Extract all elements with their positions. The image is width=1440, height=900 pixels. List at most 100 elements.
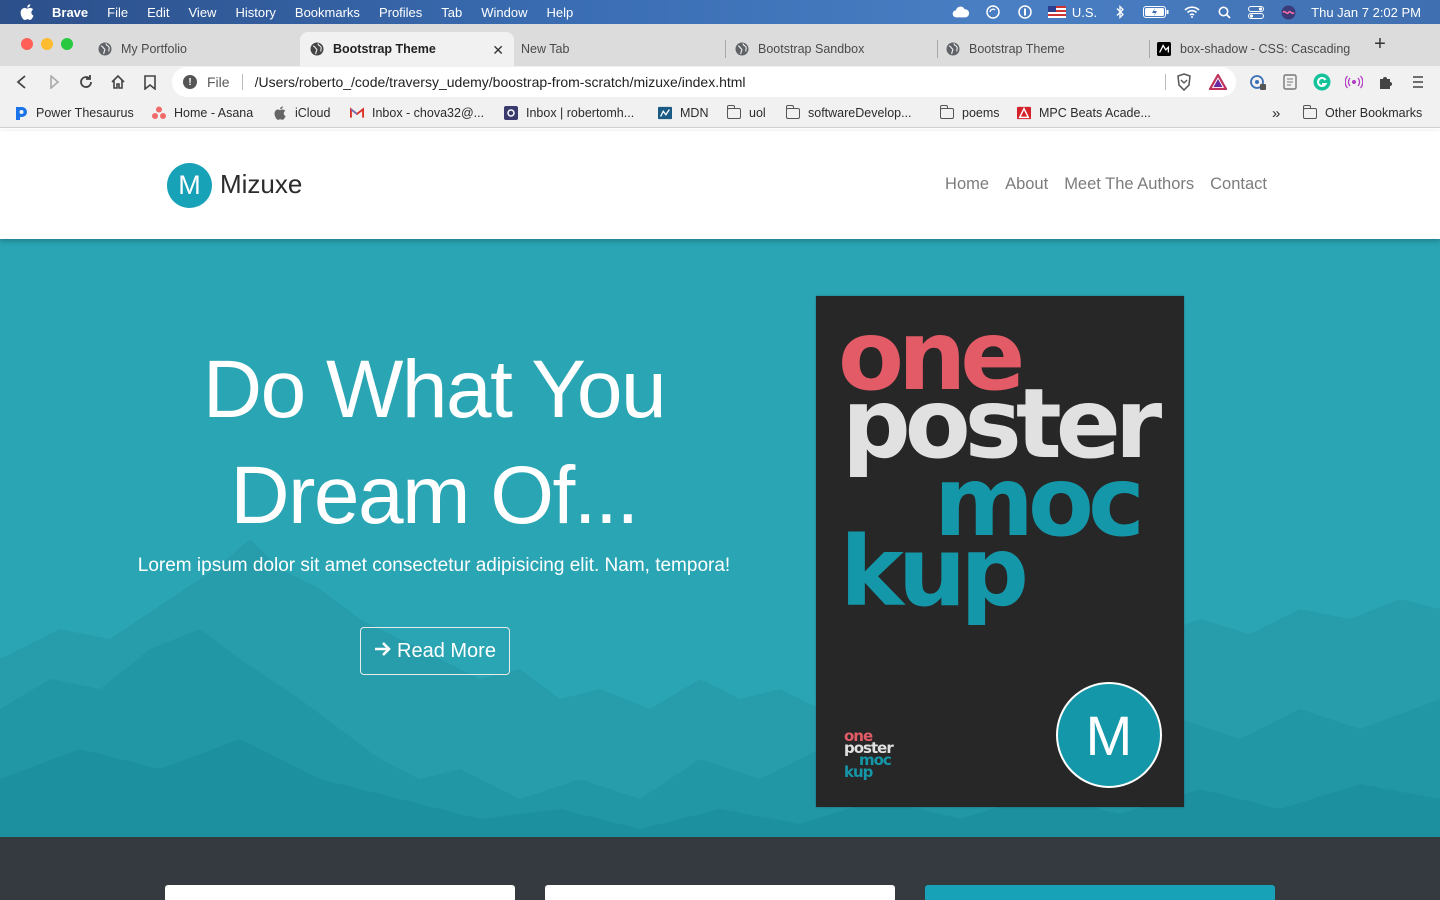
tab-label: Bootstrap Sandbox	[758, 42, 865, 56]
omnibox-divider	[1165, 74, 1166, 90]
poster-m-badge: M	[1056, 682, 1162, 788]
close-tab-icon[interactable]: ✕	[492, 42, 504, 59]
extensions-puzzle-icon[interactable]	[1377, 73, 1395, 91]
bookmark-icloud[interactable]: iCloud	[273, 105, 330, 121]
password-manager-icon[interactable]	[1016, 5, 1034, 19]
hero-title: Do What You Dream Of...	[134, 337, 734, 549]
apple-menu-icon[interactable]	[20, 4, 36, 20]
cloud-icon[interactable]	[952, 5, 970, 19]
sync-icon[interactable]	[984, 5, 1002, 19]
new-tab-button[interactable]: +	[1370, 34, 1390, 54]
tab-label: My Portfolio	[121, 42, 187, 56]
bookmarks-overflow-button[interactable]: »	[1272, 104, 1281, 122]
menu-tab[interactable]: Tab	[441, 5, 462, 20]
site-navbar: M Mizuxe Home About Meet The Authors Con…	[0, 131, 1440, 239]
tab-bootstrap-theme[interactable]: Bootstrap Theme	[938, 32, 1148, 66]
tab-label: Bootstrap Theme	[969, 42, 1065, 56]
nav-link-home[interactable]: Home	[945, 175, 989, 194]
globe-icon	[98, 42, 112, 56]
reload-icon[interactable]	[76, 72, 96, 92]
extension-document-icon[interactable]	[1281, 73, 1299, 91]
bookmark-folder-software-develop[interactable]: softwareDevelop...	[786, 104, 912, 121]
spotlight-search-icon[interactable]	[1215, 5, 1233, 19]
bookmark-home-asana[interactable]: Home - Asana	[152, 105, 253, 121]
window-close-button[interactable]	[21, 38, 33, 50]
window-zoom-button[interactable]	[61, 38, 73, 50]
menu-profiles[interactable]: Profiles	[379, 5, 422, 20]
control-center-icon[interactable]	[1247, 5, 1265, 19]
hero-subtitle: Lorem ipsum dolor sit amet consectetur a…	[137, 555, 731, 576]
protonmail-icon	[504, 106, 518, 120]
bookmark-label: MDN	[680, 106, 709, 120]
grammarly-icon[interactable]	[1313, 73, 1331, 91]
window-minimize-button[interactable]	[41, 38, 53, 50]
mdn-icon	[1157, 42, 1171, 56]
menu-bar-clock[interactable]: Thu Jan 7 2:02 PM	[1311, 5, 1421, 20]
menu-bar-status-area: U.S. Thu Jan 7 2:02 PM	[952, 0, 1440, 24]
asana-icon	[152, 106, 166, 120]
bookmark-folder-uol[interactable]: uol	[727, 104, 766, 121]
bookmark-protonmail-inbox[interactable]: Inbox | robertomh...	[504, 105, 634, 121]
brand-name[interactable]: Mizuxe	[220, 169, 302, 200]
browser-toolbar: ! File /Users/roberto_/code/traversy_ude…	[0, 66, 1440, 98]
bluetooth-icon[interactable]	[1111, 5, 1129, 19]
brave-shields-icon[interactable]	[1175, 73, 1193, 91]
bookmark-power-thesaurus[interactable]: Power Thesaurus	[14, 105, 134, 121]
menu-help[interactable]: Help	[547, 5, 574, 20]
home-icon[interactable]	[108, 72, 128, 92]
extension-chrome-cast-icon[interactable]	[1249, 73, 1267, 91]
bookmark-mdn[interactable]: MDN	[658, 105, 708, 121]
read-more-button[interactable]: Read More	[360, 627, 510, 675]
back-arrow-icon[interactable]	[12, 72, 32, 92]
bookmark-icon[interactable]	[140, 72, 160, 92]
nav-link-meet-the-authors[interactable]: Meet The Authors	[1064, 175, 1194, 194]
other-bookmarks-folder[interactable]: Other Bookmarks	[1303, 104, 1423, 121]
chevron-double-right-icon: »	[1272, 104, 1281, 122]
menu-history[interactable]: History	[235, 5, 275, 20]
extension-broadcast-icon[interactable]	[1345, 73, 1363, 91]
tab-label: box-shadow - CSS: Cascading	[1180, 42, 1351, 56]
tab-my-portfolio[interactable]: My Portfolio	[88, 32, 300, 66]
url-text[interactable]: /Users/roberto_/code/traversy_udemy/boos…	[255, 74, 746, 90]
siri-icon[interactable]	[1279, 5, 1297, 19]
forward-arrow-icon[interactable]	[44, 72, 64, 92]
menu-window[interactable]: Window	[481, 5, 527, 20]
brave-rewards-icon[interactable]	[1209, 73, 1227, 91]
tab-label: New Tab	[521, 42, 570, 56]
menu-hamburger-icon[interactable]	[1409, 73, 1427, 91]
tab-bootstrap-theme-active[interactable]: Bootstrap Theme ✕	[300, 32, 514, 66]
bookmark-label: iCloud	[295, 106, 331, 120]
folder-icon	[727, 104, 741, 120]
brand-logo[interactable]: M	[167, 163, 212, 208]
folder-icon	[1303, 104, 1317, 120]
apple-icon	[273, 106, 287, 120]
nav-link-contact[interactable]: Contact	[1210, 175, 1267, 194]
menu-file[interactable]: File	[107, 5, 128, 20]
bookmarks-bar: Power Thesaurus Home - Asana iCloud Inbo…	[0, 98, 1440, 128]
info-icon[interactable]: !	[183, 75, 197, 89]
hero-title-line-1: Do What You	[202, 344, 667, 435]
bookmark-gmail-inbox[interactable]: Inbox - chova32@...	[350, 105, 484, 121]
menu-view[interactable]: View	[189, 5, 217, 20]
input-source-label[interactable]: U.S.	[1072, 5, 1097, 20]
dark-section	[0, 837, 1440, 900]
bookmark-folder-poems[interactable]: poems	[940, 104, 1000, 121]
wifi-icon[interactable]	[1183, 5, 1201, 19]
tab-bootstrap-sandbox[interactable]: Bootstrap Sandbox	[726, 32, 936, 66]
bookmark-label: Home - Asana	[174, 106, 254, 120]
battery-icon[interactable]	[1143, 5, 1169, 19]
bookmark-mpc-beats-academy[interactable]: MPC Beats Acade...	[1017, 105, 1151, 121]
arrow-right-icon	[374, 640, 392, 663]
menu-bookmarks[interactable]: Bookmarks	[295, 5, 360, 20]
browser-tab-strip: My Portfolio Bootstrap Theme ✕ New Tab B…	[0, 24, 1440, 66]
card-primary	[925, 885, 1275, 900]
menu-edit[interactable]: Edit	[147, 5, 169, 20]
address-bar[interactable]: ! File /Users/roberto_/code/traversy_ude…	[172, 67, 1236, 97]
tab-new-tab[interactable]: New Tab	[514, 32, 724, 66]
bookmark-label: Other Bookmarks	[1325, 106, 1423, 120]
menu-app-name[interactable]: Brave	[52, 5, 88, 20]
poster-small-kup: kup	[844, 763, 873, 781]
tab-box-shadow-mdn[interactable]: box-shadow - CSS: Cascading	[1150, 32, 1358, 66]
globe-icon	[735, 42, 749, 56]
nav-link-about[interactable]: About	[1005, 175, 1048, 194]
